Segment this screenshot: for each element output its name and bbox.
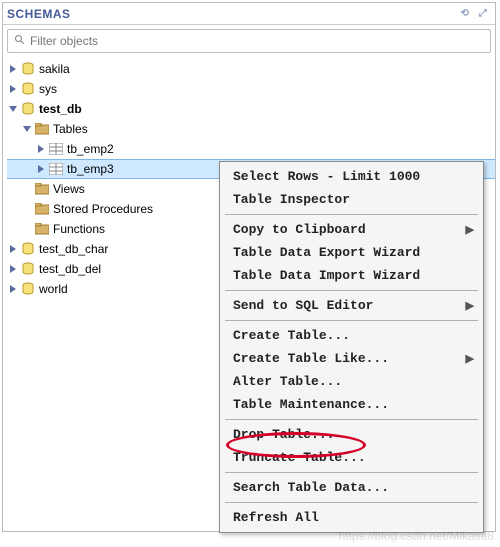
database-icon (19, 102, 37, 116)
folder-icon (33, 183, 51, 195)
collapse-icon[interactable] (7, 105, 19, 113)
db-sakila[interactable]: sakila (7, 59, 495, 79)
watermark: https://blog.csdn.net/Mikasa8 (339, 529, 494, 543)
database-icon (19, 282, 37, 296)
expand-icon[interactable] (7, 265, 19, 273)
database-icon (19, 62, 37, 76)
menu-copy-clipboard[interactable]: Copy to Clipboard▶ (223, 218, 480, 241)
tree-label: sys (37, 82, 57, 96)
folder-icon (33, 203, 51, 215)
menu-table-maintenance[interactable]: Table Maintenance... (223, 393, 480, 416)
submenu-arrow-icon: ▶ (466, 223, 474, 237)
menu-create-table-like[interactable]: Create Table Like...▶ (223, 347, 480, 370)
tree-label: sakila (37, 62, 70, 76)
search-icon (12, 34, 28, 49)
table-context-menu: Select Rows - Limit 1000 Table Inspector… (219, 161, 484, 533)
db-test-db[interactable]: test_db (7, 99, 495, 119)
panel-title: SCHEMAS (7, 7, 71, 21)
menu-create-table[interactable]: Create Table... (223, 324, 480, 347)
menu-refresh-all[interactable]: Refresh All (223, 506, 480, 529)
folder-icon (33, 123, 51, 135)
menu-separator (225, 472, 478, 473)
filter-row (7, 29, 491, 53)
table-icon (47, 143, 65, 155)
expand-icon[interactable] (7, 285, 19, 293)
expand-icon[interactable] (7, 245, 19, 253)
expand-icon[interactable] (7, 65, 19, 73)
tree-label: world (37, 282, 68, 296)
database-icon (19, 242, 37, 256)
menu-table-inspector[interactable]: Table Inspector (223, 188, 480, 211)
db-sys[interactable]: sys (7, 79, 495, 99)
panel-expand-icon[interactable]: ⤢ (475, 6, 491, 22)
expand-icon[interactable] (35, 165, 47, 173)
tree-label: test_db_del (37, 262, 101, 276)
tree-label: tb_emp3 (65, 162, 114, 176)
submenu-arrow-icon: ▶ (466, 299, 474, 313)
expand-icon[interactable] (35, 145, 47, 153)
table-tb-emp2[interactable]: tb_emp2 (7, 139, 495, 159)
folder-tables[interactable]: Tables (7, 119, 495, 139)
folder-icon (33, 223, 51, 235)
menu-truncate-table[interactable]: Truncate Table... (223, 446, 480, 469)
submenu-arrow-icon: ▶ (466, 352, 474, 366)
database-icon (19, 82, 37, 96)
menu-separator (225, 502, 478, 503)
database-icon (19, 262, 37, 276)
menu-export-wizard[interactable]: Table Data Export Wizard (223, 241, 480, 264)
panel-title-bar: SCHEMAS ⟲ ⤢ (3, 3, 495, 25)
tree-label: Stored Procedures (51, 202, 153, 216)
menu-separator (225, 290, 478, 291)
table-icon (47, 163, 65, 175)
tree-label: Functions (51, 222, 105, 236)
menu-alter-table[interactable]: Alter Table... (223, 370, 480, 393)
menu-import-wizard[interactable]: Table Data Import Wizard (223, 264, 480, 287)
tree-label: Tables (51, 122, 88, 136)
menu-drop-table[interactable]: Drop Table... (223, 423, 480, 446)
filter-input[interactable] (28, 33, 486, 49)
menu-send-sql[interactable]: Send to SQL Editor▶ (223, 294, 480, 317)
menu-separator (225, 320, 478, 321)
tree-label: tb_emp2 (65, 142, 114, 156)
menu-separator (225, 214, 478, 215)
tree-label: Views (51, 182, 85, 196)
panel-refresh-icon[interactable]: ⟲ (457, 6, 473, 22)
menu-select-rows[interactable]: Select Rows - Limit 1000 (223, 165, 480, 188)
tree-label: test_db (37, 102, 82, 116)
collapse-icon[interactable] (21, 125, 33, 133)
schemas-panel: SCHEMAS ⟲ ⤢ sakila sys test_db T (2, 2, 496, 532)
tree-label: test_db_char (37, 242, 108, 256)
expand-icon[interactable] (7, 85, 19, 93)
menu-search-table-data[interactable]: Search Table Data... (223, 476, 480, 499)
menu-separator (225, 419, 478, 420)
